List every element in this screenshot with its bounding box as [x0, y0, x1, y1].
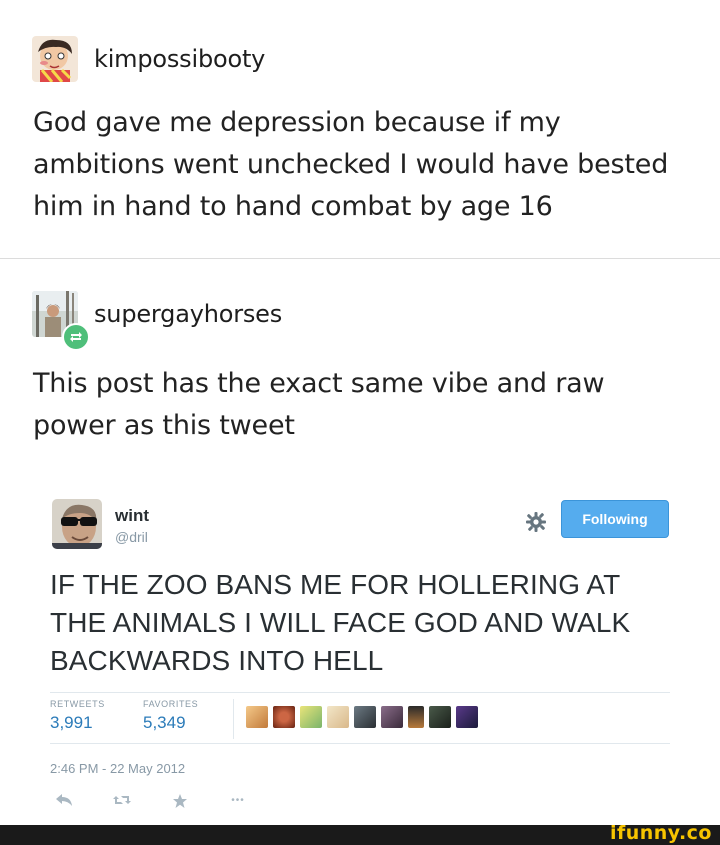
ifunny-watermark: ifunny.co — [609, 822, 712, 844]
more-options-icon[interactable]: ••• — [228, 793, 248, 809]
favorites-count: 5,349 — [143, 713, 186, 732]
post-original: kimpossibooty God gave me depression bec… — [0, 0, 720, 258]
stats-separator — [233, 699, 234, 739]
tweet-handle[interactable]: @dril — [115, 529, 148, 545]
embedded-tweet: wint @dril Following IF THE ZOO BANS ME … — [50, 495, 670, 815]
avatar[interactable] — [273, 706, 295, 728]
tweet-stats: RETWEETS 3,991 FAVORITES 5,349 — [50, 692, 670, 744]
post-header: supergayhorses — [32, 291, 282, 351]
tweet-avatar[interactable] — [52, 499, 102, 549]
tweet-actions: ••• — [54, 793, 248, 809]
avatar[interactable] — [354, 706, 376, 728]
post-header: kimpossibooty — [32, 36, 265, 82]
avatar[interactable] — [456, 706, 478, 728]
post-body: This post has the exact same vibe and ra… — [33, 368, 605, 441]
footer-bar: ifunny.co — [0, 822, 720, 845]
retweets-label: RETWEETS — [50, 699, 105, 709]
retweets-stat[interactable]: RETWEETS 3,991 — [50, 699, 105, 733]
avatar[interactable] — [32, 36, 78, 82]
avatar[interactable] — [381, 706, 403, 728]
favorites-label: FAVORITES — [143, 699, 199, 709]
username[interactable]: supergayhorses — [94, 300, 282, 328]
avatar[interactable] — [246, 706, 268, 728]
following-button[interactable]: Following — [561, 500, 669, 538]
avatar[interactable] — [300, 706, 322, 728]
gear-icon[interactable] — [525, 511, 547, 533]
username[interactable]: kimpossibooty — [94, 45, 265, 73]
tweet-text: IF THE ZOO BANS ME FOR HOLLERING AT THE … — [50, 569, 631, 676]
reblog-icon — [62, 323, 90, 351]
reply-icon[interactable] — [54, 793, 74, 809]
retweets-count: 3,991 — [50, 713, 93, 732]
favorite-star-icon[interactable] — [170, 793, 190, 809]
tweet-timestamp[interactable]: 2:46 PM - 22 May 2012 — [50, 761, 185, 776]
post-body: God gave me depression because if my amb… — [33, 107, 669, 222]
avatar[interactable] — [429, 706, 451, 728]
favorites-stat[interactable]: FAVORITES 5,349 — [143, 699, 198, 733]
avatar[interactable] — [327, 706, 349, 728]
favoriter-avatars — [246, 706, 478, 728]
avatar-group[interactable] — [32, 291, 90, 351]
avatar[interactable] — [408, 706, 424, 728]
tweet-display-name[interactable]: wint — [115, 506, 149, 526]
retweet-icon[interactable] — [112, 793, 132, 809]
